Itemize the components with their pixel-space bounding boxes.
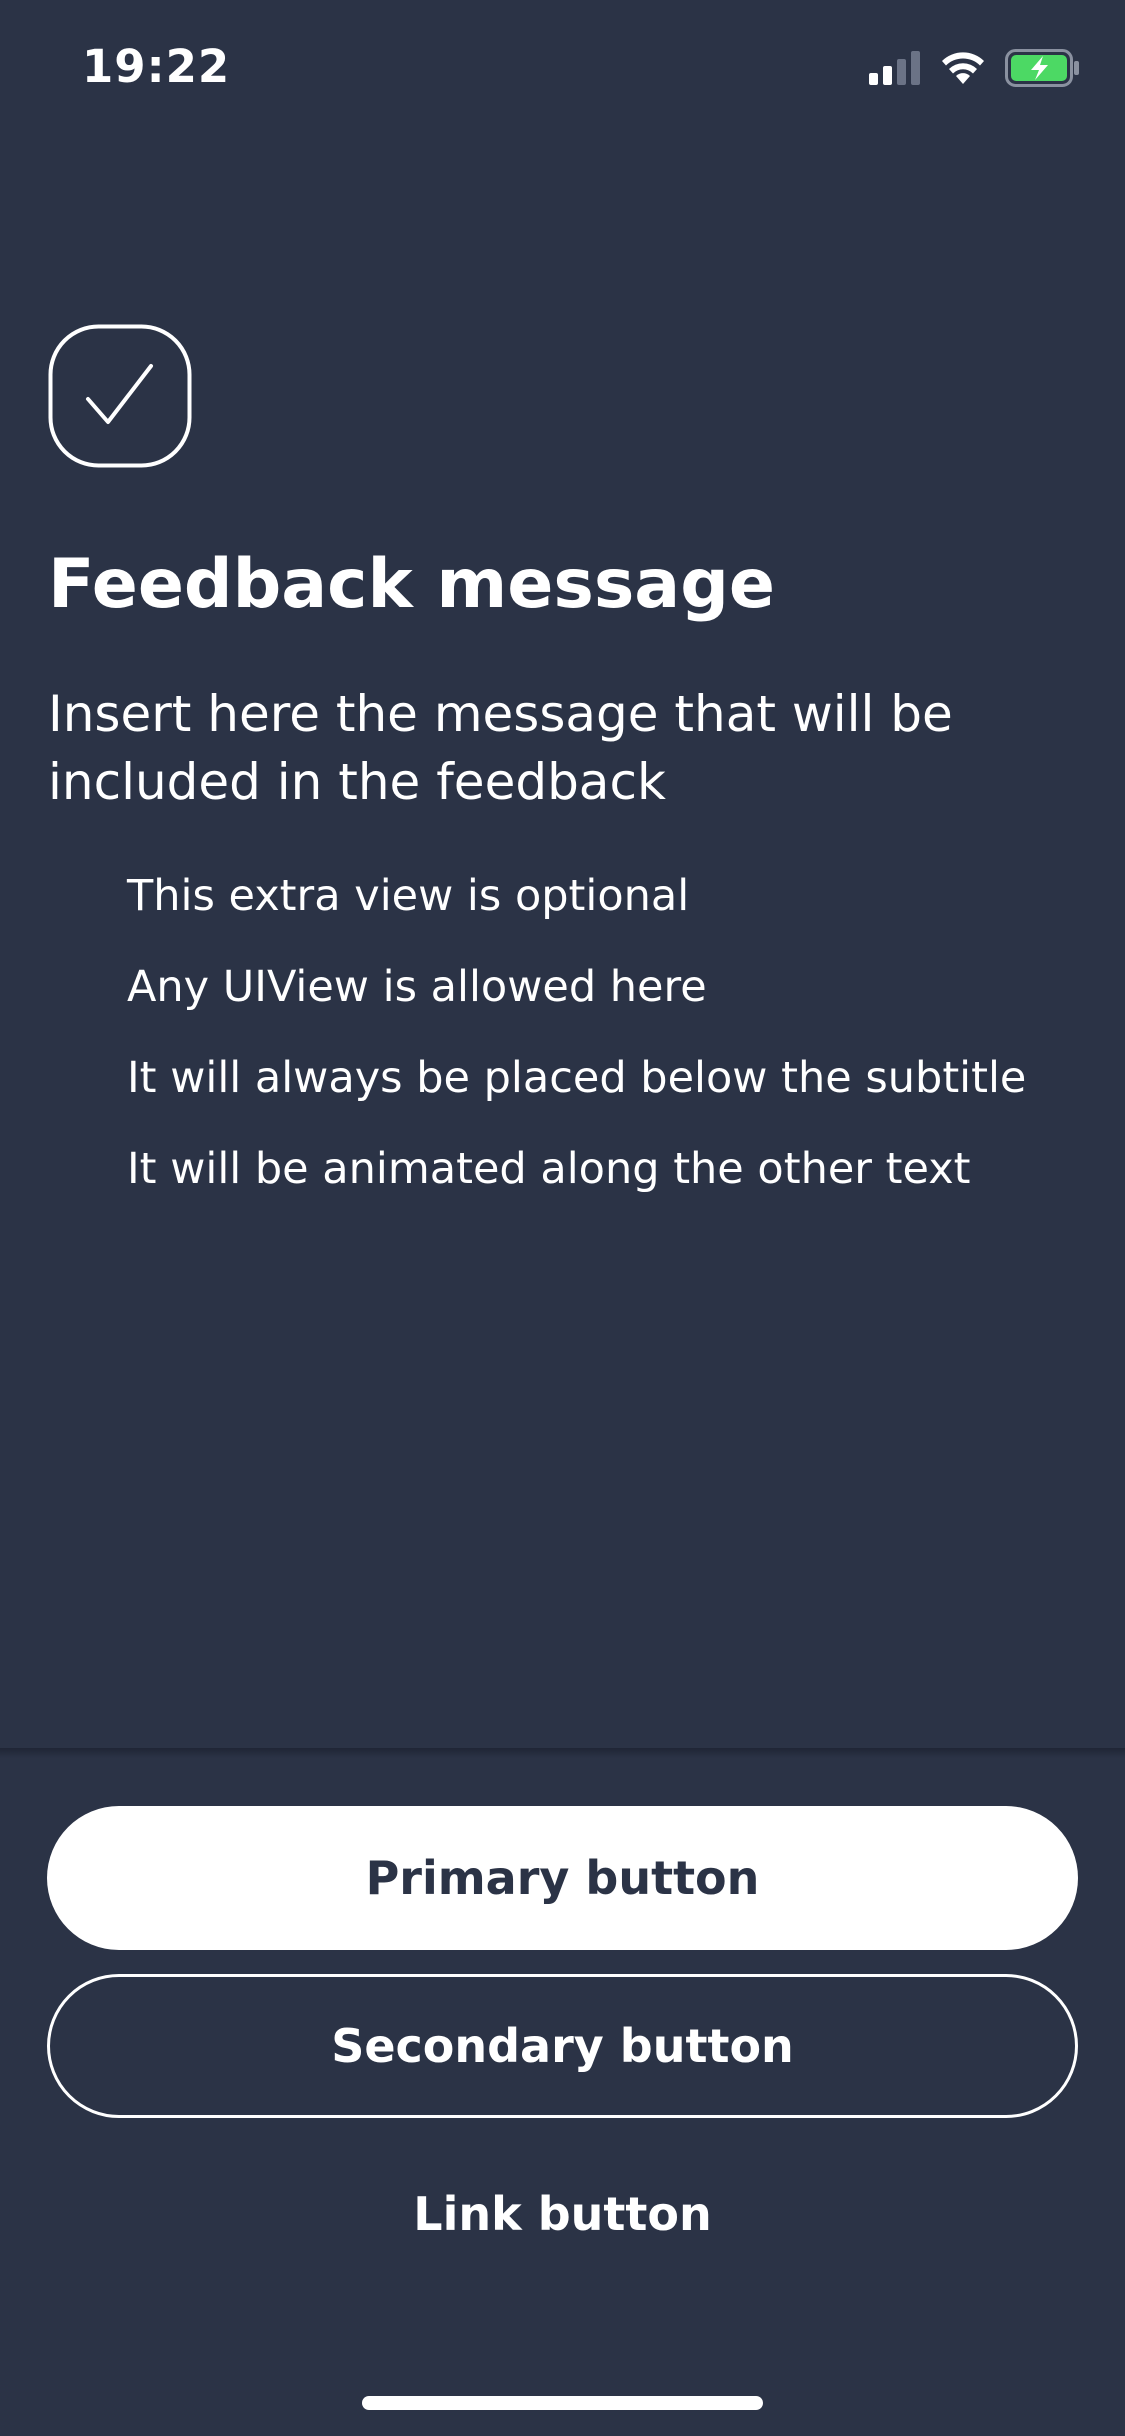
list-item: It will be animated along the other text [127,1144,971,1194]
list-item: It will always be placed below the subti… [127,1053,1027,1103]
extra-view-list: This extra view is optional Any UIView i… [127,866,1026,1230]
status-icons [869,49,1081,91]
wifi-icon [939,50,987,90]
checkmark-icon [48,324,192,468]
secondary-button[interactable]: Secondary button [47,1974,1078,2118]
cellular-signal-icon [869,51,921,89]
list-item: This extra view is optional [127,871,690,921]
home-indicator [362,2396,763,2410]
status-time: 19:22 [82,40,231,93]
status-bar: 19:22 [0,0,1125,140]
primary-button[interactable]: Primary button [47,1806,1078,1950]
battery-charging-icon [1005,49,1081,91]
list-item: Any UIView is allowed here [127,962,707,1012]
page-title: Feedback message [48,545,775,624]
bottom-divider [0,1748,1125,1758]
link-button[interactable]: Link button [47,2142,1078,2286]
page-subtitle: Insert here the message that will be inc… [48,685,953,811]
